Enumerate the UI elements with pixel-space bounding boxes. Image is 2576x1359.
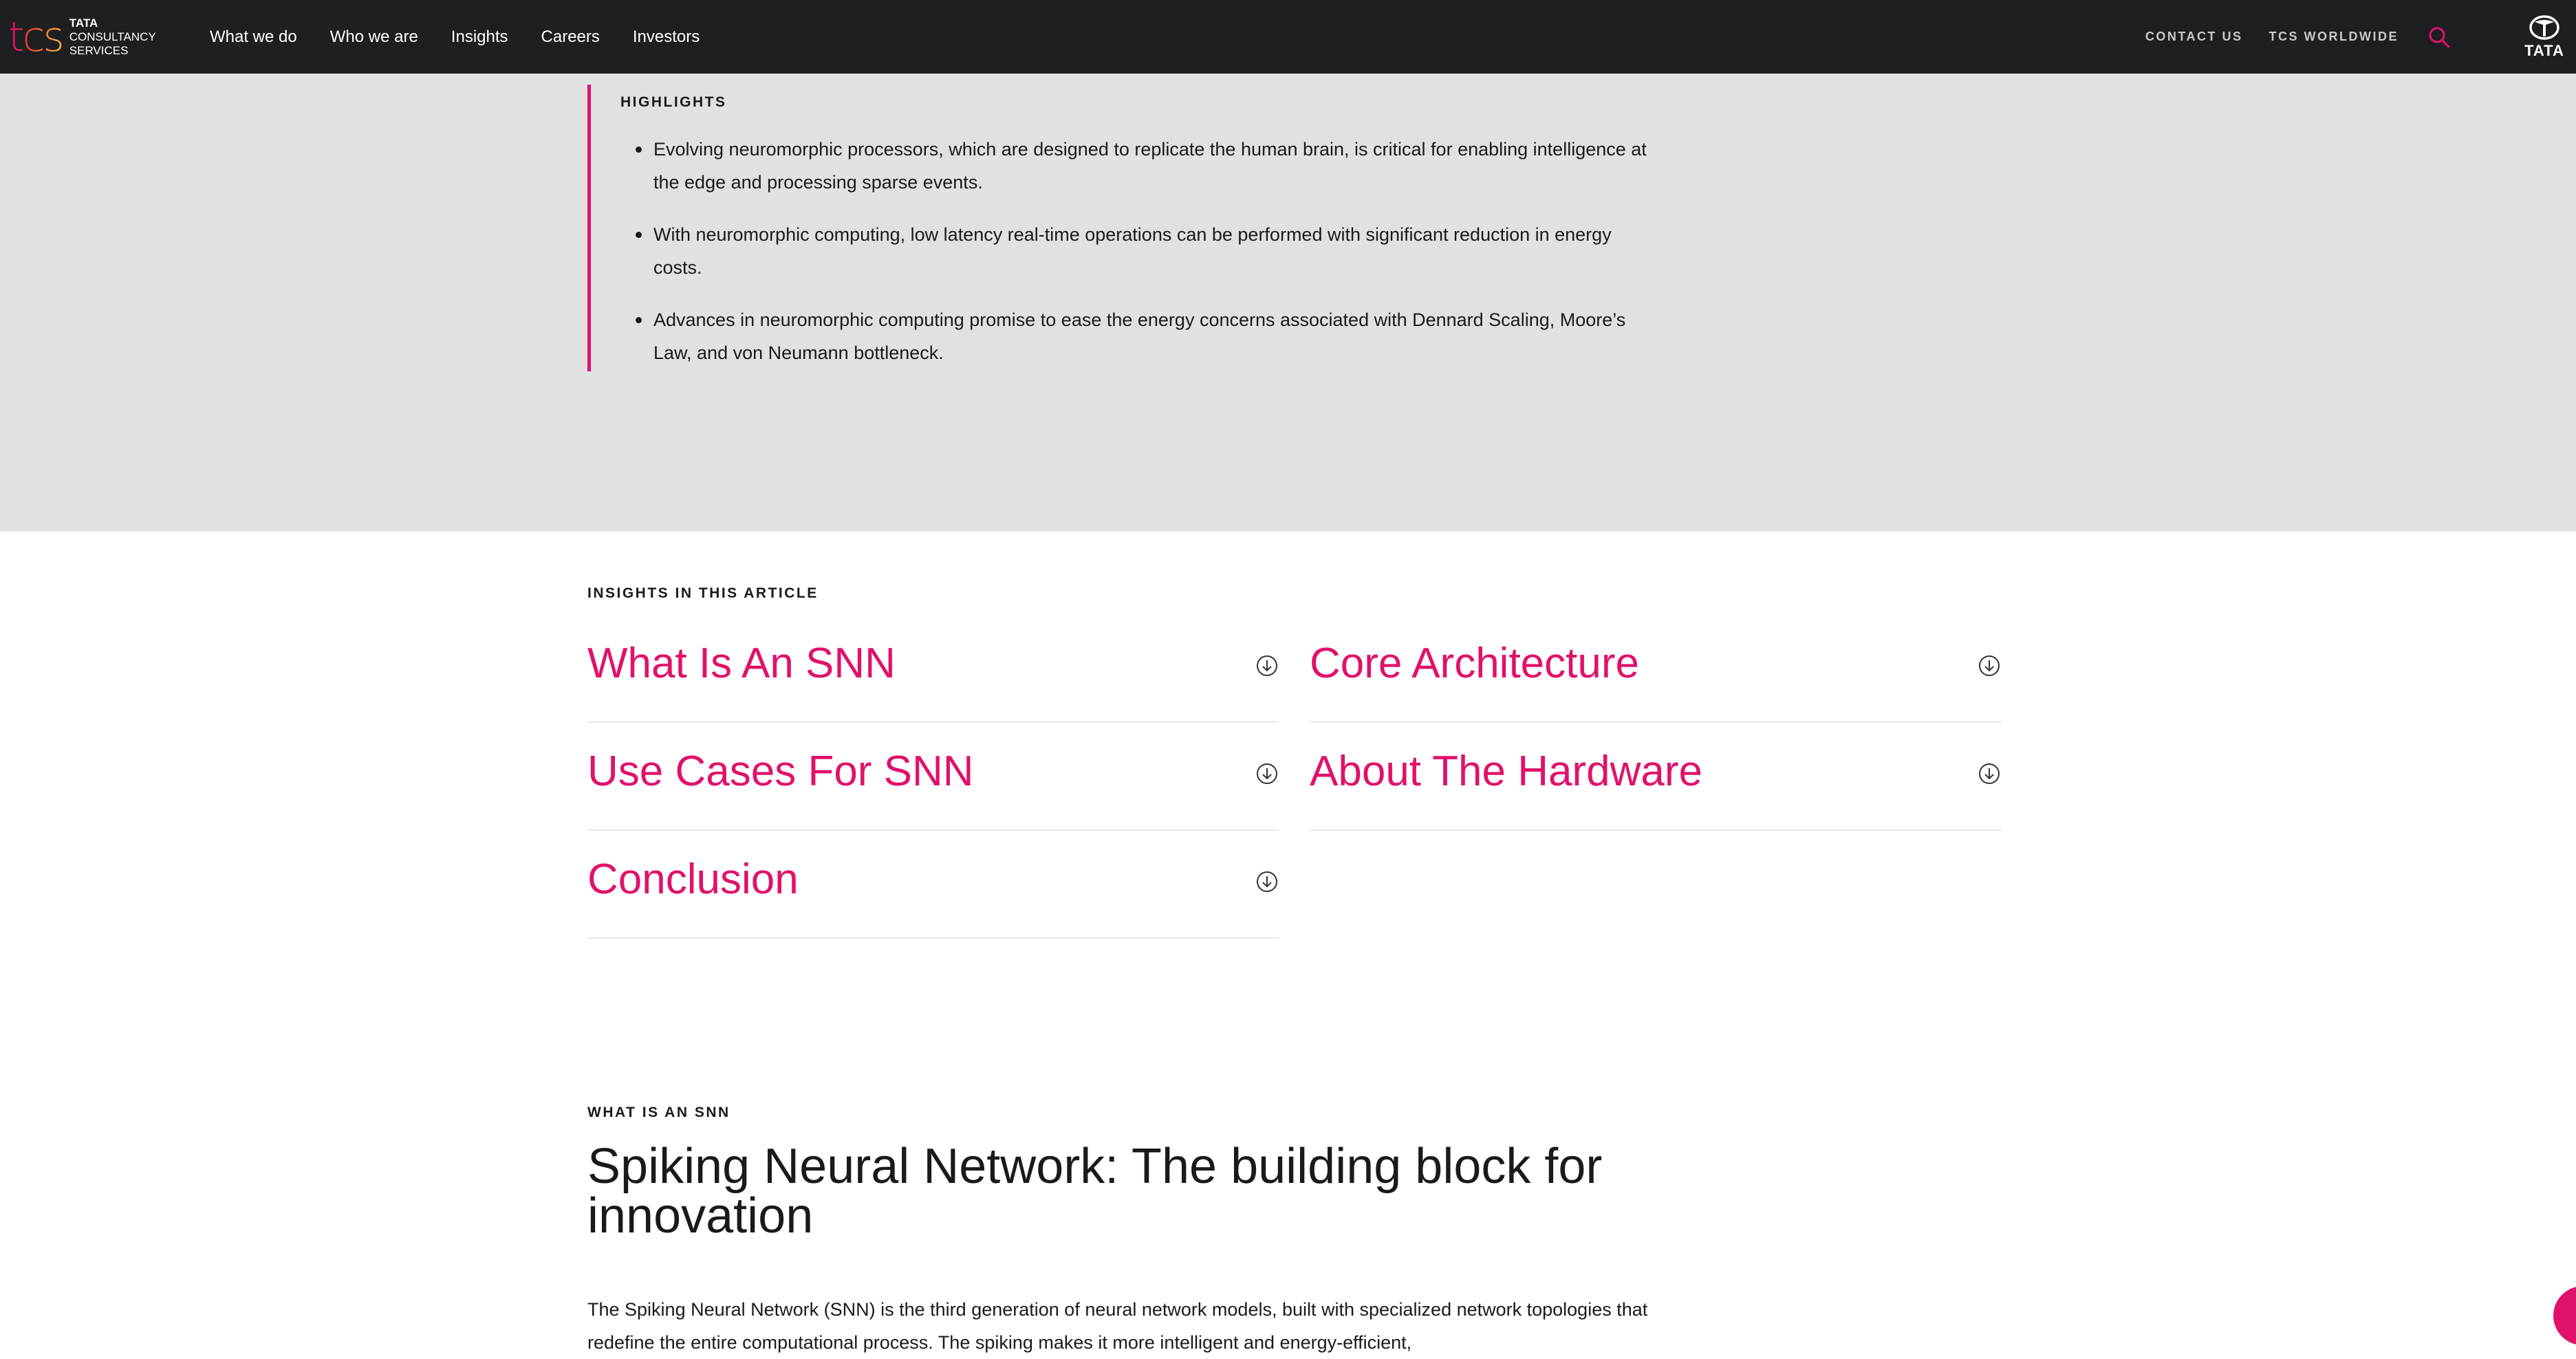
tata-wordmark: TATA (2524, 42, 2564, 59)
nav-investors[interactable]: Investors (633, 28, 700, 47)
search-icon[interactable] (2427, 25, 2451, 49)
toc-title: About The Hardware (1310, 748, 1702, 795)
logo-line-services: SERVICES (69, 44, 129, 57)
toc-use-cases-for-snn[interactable]: Use Cases For SNN (587, 722, 1279, 831)
highlights-accent-bar (587, 85, 591, 371)
logo-line-consultancy: CONSULTANCY (69, 30, 156, 43)
toc-title: Core Architecture (1310, 640, 1639, 687)
toc-core-architecture[interactable]: Core Architecture (1310, 614, 2001, 723)
top-navigation-bar: tcs TATA CONSULTANCY SERVICES What we do… (0, 0, 2576, 74)
highlights-section: HIGHLIGHTS Evolving neuromorphic process… (0, 74, 2576, 532)
section-label: WHAT IS AN SNN (587, 1105, 730, 1120)
highlights-list: Evolving neuromorphic processors, which … (620, 133, 1652, 389)
nav-what-we-do[interactable]: What we do (210, 28, 297, 47)
primary-nav: What we do Who we are Insights Careers I… (210, 0, 700, 74)
insights-label: INSIGHTS IN THIS ARTICLE (587, 585, 819, 601)
toc-what-is-an-snn[interactable]: What Is An SNN (587, 614, 1279, 723)
arrow-down-circle-icon (1257, 871, 1277, 892)
highlight-item: Evolving neuromorphic processors, which … (620, 133, 1652, 199)
nav-who-we-are[interactable]: Who we are (330, 28, 418, 47)
highlight-item: Advances in neuromorphic computing promi… (620, 303, 1652, 369)
arrow-down-circle-icon (1257, 763, 1277, 784)
tcs-logo-mark: tcs (8, 13, 65, 61)
contact-us-link[interactable]: CONTACT US (2145, 30, 2243, 44)
highlight-item: With neuromorphic computing, low latency… (620, 218, 1652, 284)
tata-group-logo[interactable]: TATA (2520, 15, 2569, 58)
toc-about-the-hardware[interactable]: About The Hardware (1310, 722, 2001, 831)
tcs-logo[interactable]: tcs TATA CONSULTANCY SERVICES (8, 15, 156, 59)
highlights-title: HIGHLIGHTS (620, 94, 727, 110)
arrow-down-circle-icon (1257, 655, 1277, 676)
utility-nav: CONTACT US TCS WORLDWIDE (2145, 0, 2451, 74)
tcs-logo-text: TATA CONSULTANCY SERVICES (69, 17, 156, 58)
section-body-text: The Spiking Neural Network (SNN) is the … (587, 1299, 1648, 1353)
toc-conclusion[interactable]: Conclusion (587, 830, 1279, 939)
toc-title: Conclusion (587, 856, 799, 903)
tata-emblem-icon (2529, 15, 2559, 40)
arrow-down-circle-icon (1979, 763, 2000, 784)
toc-title: What Is An SNN (587, 640, 896, 687)
section-heading: Spiking Neural Network: The building blo… (587, 1139, 1603, 1243)
arrow-down-circle-icon (1979, 655, 2000, 676)
tcs-worldwide-link[interactable]: TCS WORLDWIDE (2269, 30, 2399, 44)
logo-line-tata: TATA (69, 17, 98, 30)
floating-action-button[interactable] (2553, 1286, 2576, 1345)
toc-title: Use Cases For SNN (587, 748, 974, 795)
nav-insights[interactable]: Insights (451, 28, 508, 47)
nav-careers[interactable]: Careers (541, 28, 600, 47)
